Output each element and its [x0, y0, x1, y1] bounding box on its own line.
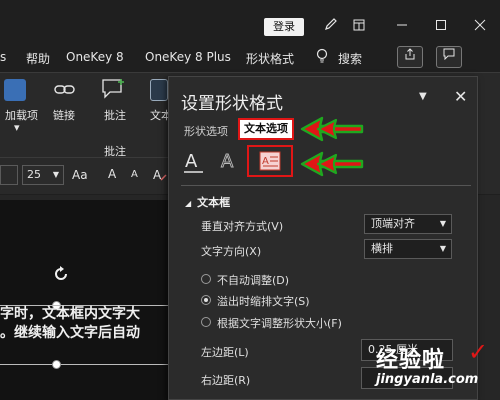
change-case-button[interactable]: Aa: [72, 168, 88, 182]
textbox-icon[interactable]: [150, 79, 168, 101]
minimize-icon[interactable]: [389, 14, 415, 40]
text-direction-select[interactable]: 横排 ▼: [364, 239, 452, 259]
section-textbox-header[interactable]: ◢ 文本框: [185, 194, 230, 210]
rotate-handle-icon[interactable]: [51, 264, 71, 284]
comment-add-icon[interactable]: [101, 77, 125, 101]
tab-text-options[interactable]: 文本选项: [238, 118, 294, 140]
menu-item-shape-format[interactable]: 形状格式: [246, 50, 294, 67]
vertical-align-select[interactable]: 顶端对齐 ▼: [364, 214, 452, 234]
menu-bar: s 帮助 OneKey 8 OneKey 8 Plus 形状格式 搜索: [0, 46, 500, 72]
comment-button[interactable]: [436, 46, 462, 68]
grow-font-button[interactable]: A: [108, 167, 116, 181]
ribbon-divider: [0, 157, 170, 158]
title-bar: 登录: [0, 0, 500, 46]
watermark-title: 经验啦: [376, 348, 446, 373]
text-direction-value: 横排: [371, 242, 393, 255]
text-options-icon-row: A A A: [169, 143, 479, 187]
menu-item-help[interactable]: 帮助: [26, 50, 50, 67]
collapse-triangle-icon: ◢: [185, 199, 192, 208]
window-mode-icon[interactable]: [346, 14, 372, 40]
shrink-font-button[interactable]: A: [131, 169, 138, 180]
share-button[interactable]: [397, 46, 423, 68]
svg-text:A: A: [221, 151, 234, 172]
watermark-check-icon: ✓: [468, 338, 489, 366]
radio-resize-shape[interactable]: [201, 317, 211, 327]
right-margin-label: 右边距(R): [201, 374, 251, 387]
svg-text:A: A: [185, 151, 198, 172]
restore-icon[interactable]: [428, 14, 454, 40]
pen-icon[interactable]: [318, 14, 344, 40]
menu-item-onekey8-plus[interactable]: OneKey 8 Plus: [145, 50, 231, 64]
text-fill-outline-icon[interactable]: A: [183, 149, 205, 175]
resize-handle-bottom[interactable]: [52, 360, 61, 369]
svg-text:A: A: [262, 156, 269, 167]
radio-no-autofit-label[interactable]: 不自动调整(D): [217, 272, 289, 288]
chevron-down-icon: ▼: [439, 244, 446, 253]
login-button[interactable]: 登录: [264, 18, 304, 36]
radio-shrink-on-overflow-label[interactable]: 溢出时缩排文字(S): [217, 293, 310, 309]
watermark-logo: 经验啦 ✓ jingyanla.com: [376, 338, 496, 396]
chevron-down-icon: ▼: [52, 170, 59, 179]
clear-format-icon[interactable]: A: [152, 167, 168, 183]
slide[interactable]: [0, 200, 170, 400]
add-in-button[interactable]: 加载项: [5, 107, 38, 123]
document-text-line-2[interactable]: 。继续输入文字后自动: [0, 322, 140, 342]
add-in-icon[interactable]: [4, 79, 26, 101]
watermark-url: jingyanla.com: [376, 372, 479, 387]
vertical-align-value: 顶端对齐: [371, 217, 415, 230]
link-icon[interactable]: [53, 79, 77, 101]
pane-title: 设置形状格式: [181, 94, 283, 114]
lightbulb-icon[interactable]: [315, 48, 329, 67]
font-size-value: 25: [27, 168, 41, 181]
green-arrow-icon-2: [300, 151, 364, 177]
section-textbox-label: 文本框: [197, 196, 231, 209]
left-margin-label: 左边距(L): [201, 346, 249, 359]
radio-resize-shape-label[interactable]: 根据文字调整形状大小(F): [217, 315, 342, 331]
link-button[interactable]: 链接: [53, 107, 75, 123]
tab-shape-options[interactable]: 形状选项: [184, 123, 228, 139]
text-direction-label: 文字方向(X): [201, 245, 262, 258]
green-arrow-icon-1: [300, 116, 364, 142]
pane-options-icon[interactable]: ▼: [419, 91, 427, 102]
document-text-line-1[interactable]: 字时，文本框内文字大: [0, 303, 140, 323]
pane-divider: [181, 185, 471, 186]
add-in-dropdown-icon[interactable]: ▾: [14, 121, 20, 134]
textbox-border-bottom: [0, 364, 170, 365]
chevron-down-icon: ▼: [439, 219, 446, 228]
menu-item-onekey8[interactable]: OneKey 8: [66, 50, 124, 64]
textbox-layout-icon[interactable]: A: [247, 145, 293, 177]
font-name-combo[interactable]: [0, 165, 18, 185]
close-icon[interactable]: [467, 14, 493, 40]
menu-item-partial[interactable]: s: [0, 50, 6, 64]
comment-add-button[interactable]: 批注: [104, 107, 126, 123]
svg-text:A: A: [153, 168, 162, 182]
font-size-combo[interactable]: 25 ▼: [22, 165, 64, 185]
menu-item-search[interactable]: 搜索: [338, 50, 362, 67]
text-effects-icon[interactable]: A: [219, 149, 241, 175]
radio-no-autofit[interactable]: [201, 274, 211, 284]
pane-close-icon[interactable]: ✕: [454, 87, 467, 106]
vertical-align-label: 垂直对齐方式(V): [201, 220, 284, 233]
radio-shrink-on-overflow[interactable]: [201, 295, 211, 305]
